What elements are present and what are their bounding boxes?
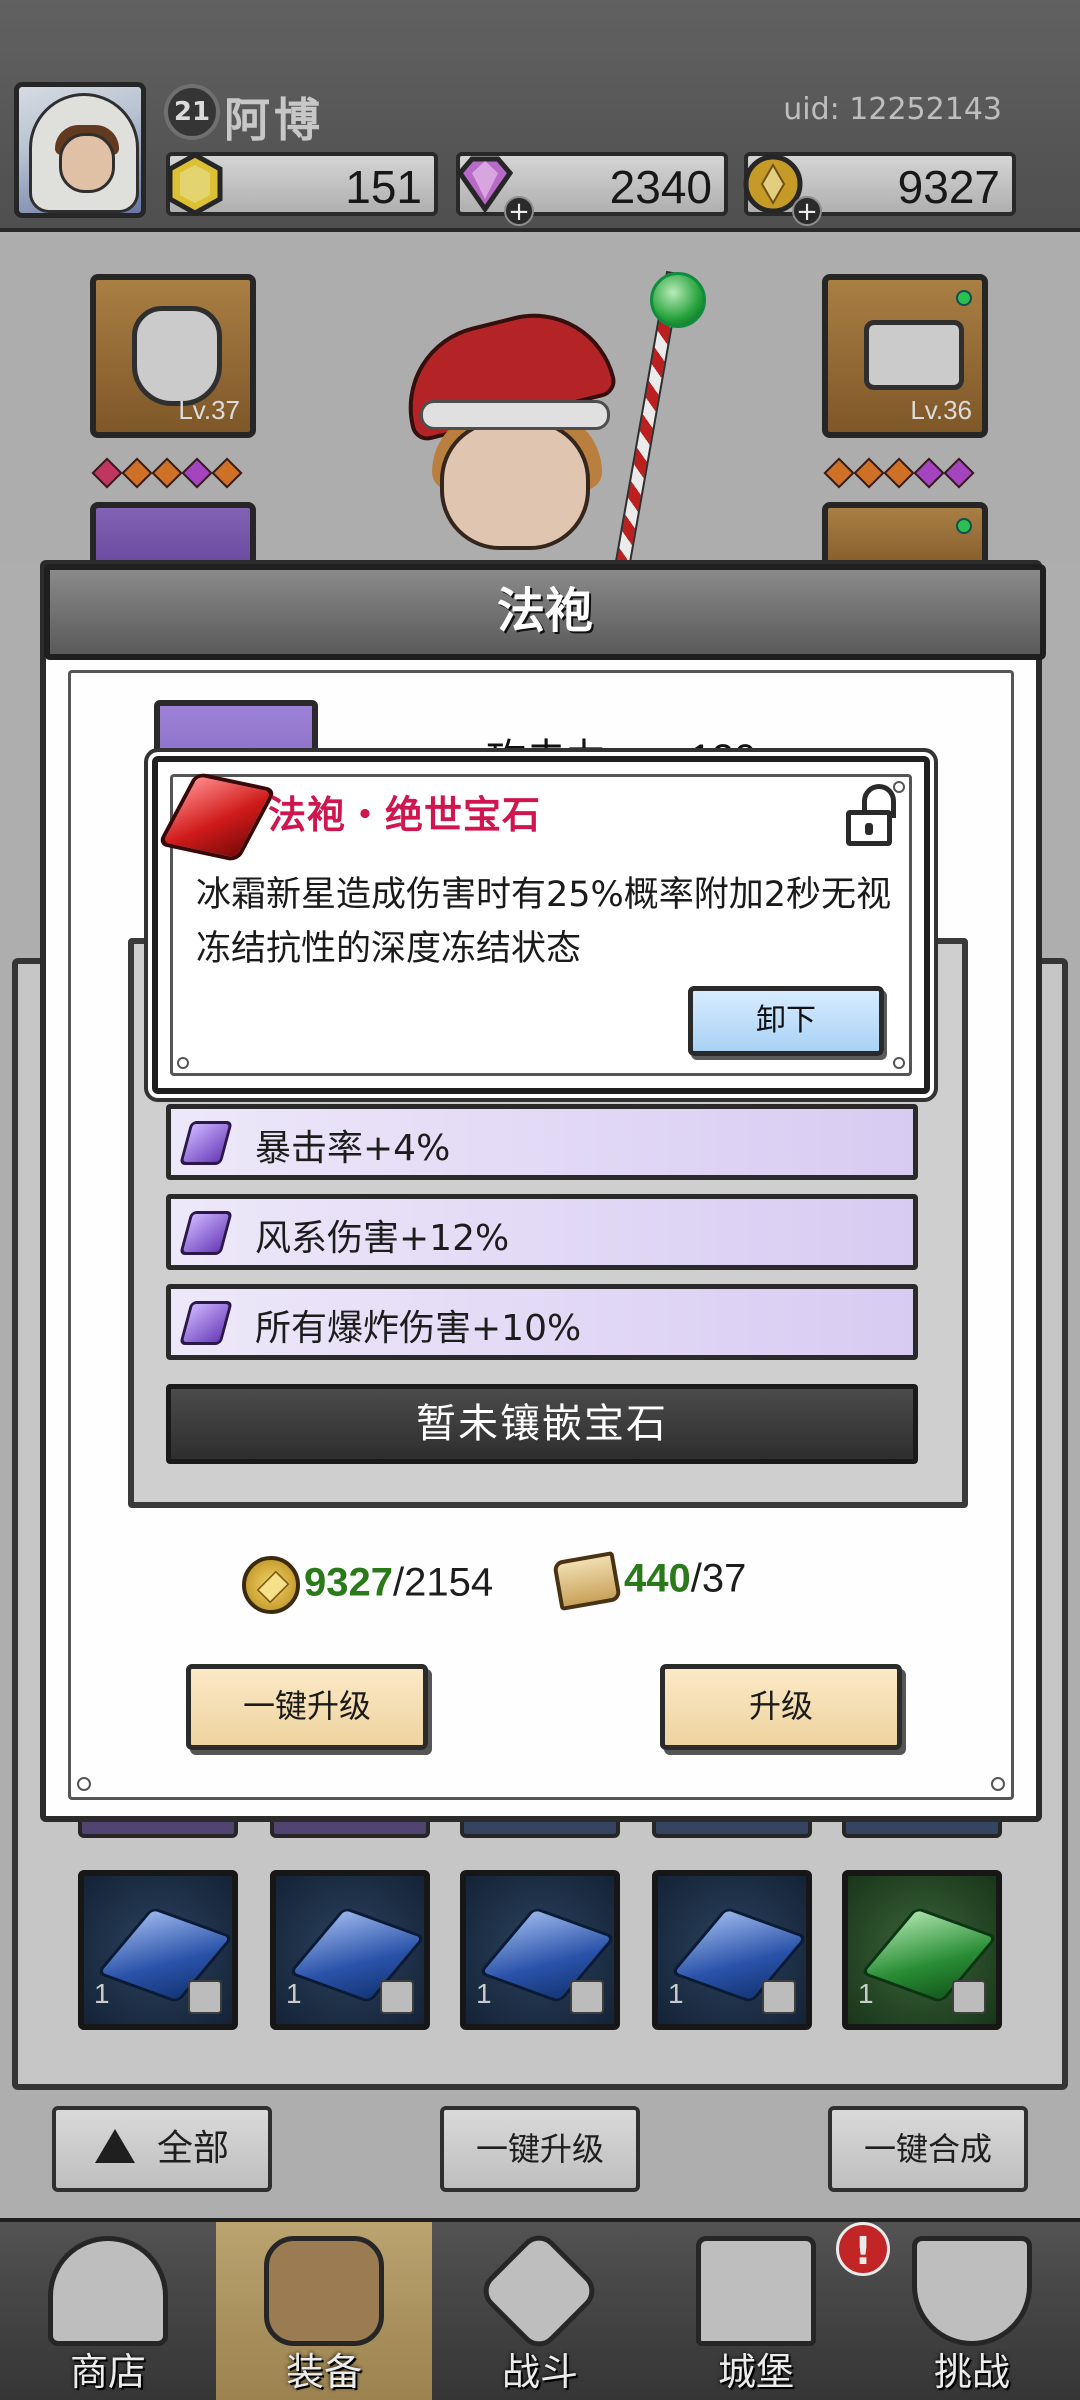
empty-gem-socket[interactable]: 暂未镶嵌宝石 [166,1384,918,1464]
modal-title: 法袍 [44,564,1046,660]
coin-owned: 9327 [304,1560,393,1605]
gem-description: 冰霜新星造成伤害时有25%概率附加2秒无视冻结抗性的深度冻结状态 [196,875,892,969]
scroll-required: /37 [690,1556,747,1601]
attribute-row: 暴击率+4% [166,1104,918,1180]
purple-gem-icon [179,1211,233,1255]
corner-rivet [177,1057,189,1069]
purple-gem-icon [179,1301,233,1345]
corner-rivet [991,1777,1005,1791]
unequip-button[interactable]: 卸下 [688,986,884,1056]
scroll-cost: 440/37 [552,1550,747,1612]
purple-gem-icon [179,1121,233,1165]
gem-title: 法袍・绝世宝石 [268,793,542,837]
upgrade-button[interactable]: 升级 [660,1664,902,1750]
coin-cost: 9327/2154 [242,1556,493,1614]
scroll-owned: 440 [624,1556,691,1601]
corner-rivet [77,1777,91,1791]
gem-detail-popup: 法袍・绝世宝石 冰霜新星造成伤害时有25%概率附加2秒无视冻结抗性的深度冻结状态… [152,756,930,1094]
attribute-text: 风系伤害+12% [255,1218,510,1259]
scroll-icon [552,1550,622,1612]
attribute-row: 所有爆炸伤害+10% [166,1284,918,1360]
coin-icon [242,1556,300,1614]
coin-required: /2154 [392,1560,494,1605]
attribute-text: 所有爆炸伤害+10% [255,1308,582,1349]
attribute-text: 暴击率+4% [255,1128,451,1169]
lock-body [846,810,892,846]
corner-rivet [893,1057,905,1069]
upgrade-all-button[interactable]: 一键升级 [186,1664,428,1750]
equipment-detail-modal: 法袍 攻击力:120 暴击率+4% 风系伤害+12% 所有爆炸伤害+10% 暂未… [40,560,1046,1822]
unlock-icon[interactable] [842,784,902,846]
attribute-row: 风系伤害+12% [166,1194,918,1270]
